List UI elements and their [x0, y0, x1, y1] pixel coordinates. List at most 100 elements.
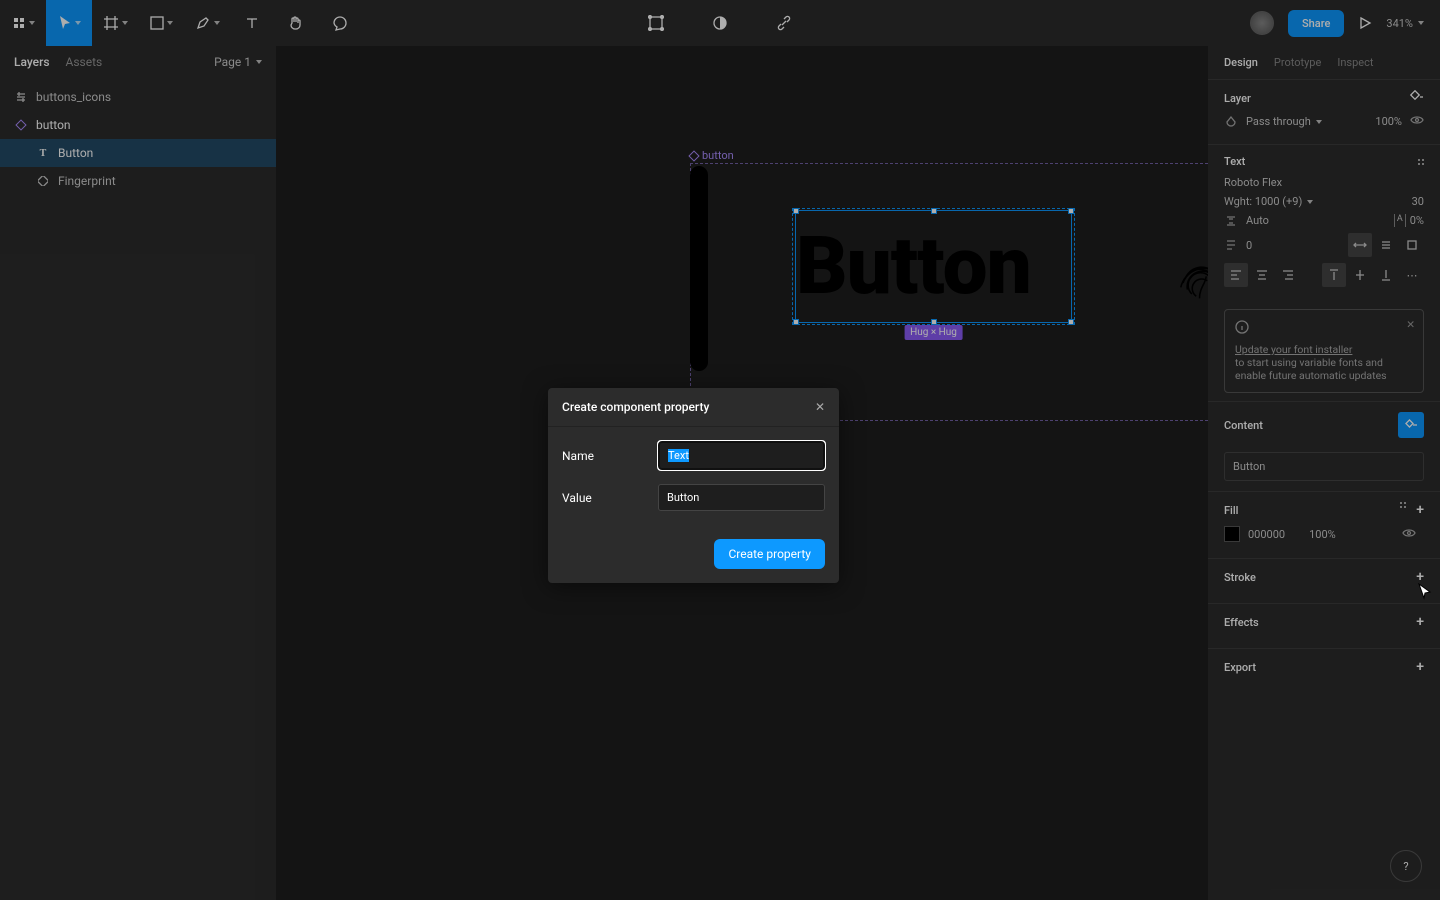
close-notice-button[interactable]: ✕	[1406, 318, 1415, 331]
text-resize-fixed[interactable]	[1400, 233, 1424, 257]
comment-tool[interactable]	[318, 0, 362, 46]
section-effects: Effects	[1208, 603, 1440, 648]
section-stroke: Stroke	[1208, 558, 1440, 603]
zoom-display[interactable]: 341%	[1386, 17, 1424, 30]
section-title: Export	[1224, 661, 1256, 674]
shape-tool[interactable]	[138, 0, 184, 46]
mask-tool[interactable]	[698, 0, 742, 46]
left-panel-tabs: Layers Assets Page 1	[0, 46, 276, 79]
fill-opacity[interactable]: 100%	[1309, 528, 1336, 541]
fill-swatch[interactable]	[1224, 526, 1240, 542]
layer-name: Fingerprint	[58, 174, 116, 188]
content-input[interactable]	[1224, 452, 1424, 481]
paragraph-input[interactable]: 0	[1246, 239, 1252, 252]
section-content: Content	[1208, 401, 1440, 491]
help-button[interactable]: ?	[1390, 850, 1422, 882]
align-top[interactable]	[1322, 263, 1346, 287]
component-icon	[688, 150, 699, 161]
align-middle[interactable]	[1348, 263, 1372, 287]
section-export: Export	[1208, 648, 1440, 693]
frame-tool[interactable]	[92, 0, 138, 46]
page-selector[interactable]: Page 1	[214, 55, 262, 69]
right-panel: Design Prototype Inspect Layer Pass thro…	[1208, 46, 1440, 900]
section-title: Effects	[1224, 616, 1259, 629]
add-export-button[interactable]	[1416, 659, 1424, 675]
property-value-input[interactable]	[658, 484, 825, 511]
diamond-icon	[36, 174, 50, 188]
paragraph-icon	[1224, 239, 1238, 251]
section-title: Layer	[1224, 92, 1251, 105]
layer-row-selected[interactable]: TButton	[0, 139, 276, 167]
blend-icon	[1224, 116, 1238, 128]
component-frame-label[interactable]: button	[690, 149, 734, 162]
section-title: Text	[1224, 155, 1245, 168]
style-icon[interactable]	[1400, 502, 1406, 518]
right-panel-tabs: Design Prototype Inspect	[1208, 46, 1440, 79]
layer-row[interactable]: button	[0, 111, 276, 139]
align-center[interactable]	[1250, 263, 1274, 287]
link-tool[interactable]	[762, 0, 806, 46]
chevron-down-icon	[1316, 120, 1322, 124]
pen-tool[interactable]	[184, 0, 230, 46]
line-height-input[interactable]: Auto	[1246, 214, 1269, 227]
notice-link[interactable]: Update your font installer	[1235, 343, 1352, 356]
create-component-property-modal: Create component property ✕ Name Value C…	[548, 388, 839, 583]
add-effect-button[interactable]	[1416, 614, 1424, 630]
blend-mode-dropdown[interactable]: Pass through	[1246, 115, 1322, 128]
align-right[interactable]	[1276, 263, 1300, 287]
font-family-dropdown[interactable]: Roboto Flex	[1224, 176, 1282, 189]
share-button[interactable]: Share	[1288, 10, 1344, 37]
main-menu-button[interactable]	[0, 0, 46, 46]
layer-row[interactable]: Fingerprint	[0, 167, 276, 195]
layer-opacity[interactable]: 100%	[1375, 115, 1402, 128]
text-icon: T	[36, 146, 50, 160]
text-tool[interactable]	[230, 0, 274, 46]
notice-text: to start using variable fonts and enable…	[1235, 356, 1387, 382]
add-stroke-button[interactable]	[1416, 569, 1424, 585]
more-icon[interactable]	[1418, 159, 1424, 165]
tab-assets[interactable]: Assets	[66, 55, 103, 69]
resize-handle[interactable]	[1068, 208, 1074, 214]
move-tool[interactable]	[46, 0, 92, 46]
property-name-input[interactable]	[658, 441, 825, 470]
more-text-icon[interactable]: ⋯	[1400, 263, 1424, 287]
fingerprint-icon	[1172, 250, 1208, 305]
hand-tool[interactable]	[274, 0, 318, 46]
resize-handle[interactable]	[793, 319, 799, 325]
layer-row[interactable]: buttons_icons	[0, 83, 276, 111]
align-left[interactable]	[1224, 263, 1248, 287]
add-fill-button[interactable]	[1416, 502, 1424, 518]
section-layer: Layer Pass through 100%	[1208, 79, 1440, 144]
section-fill: Fill 000000 100%	[1208, 491, 1440, 558]
chevron-down-icon	[167, 21, 173, 25]
fill-hex[interactable]: 000000	[1248, 528, 1285, 541]
chevron-down-icon	[75, 21, 81, 25]
layers-list: buttons_icons button TButton Fingerprint	[0, 79, 276, 199]
apply-content-prop-button[interactable]	[1398, 412, 1424, 438]
text-resize-auto-width[interactable]	[1348, 233, 1372, 257]
tab-layers[interactable]: Layers	[14, 55, 50, 69]
user-avatar[interactable]	[1250, 11, 1274, 35]
resize-handle[interactable]	[793, 208, 799, 214]
tab-prototype[interactable]: Prototype	[1274, 56, 1321, 69]
close-modal-button[interactable]: ✕	[815, 400, 825, 414]
layer-style-icon[interactable]	[1410, 90, 1424, 107]
component-tool[interactable]	[634, 0, 678, 46]
tab-design[interactable]: Design	[1224, 56, 1258, 69]
create-property-button[interactable]: Create property	[714, 539, 825, 569]
visibility-icon[interactable]	[1402, 528, 1416, 541]
resize-handle[interactable]	[1068, 319, 1074, 325]
visibility-icon[interactable]	[1410, 115, 1424, 128]
font-size-input[interactable]: 30	[1412, 195, 1424, 208]
present-button[interactable]	[1358, 0, 1372, 46]
line-height-icon	[1224, 215, 1238, 227]
tab-inspect[interactable]: Inspect	[1337, 56, 1373, 69]
align-bottom[interactable]	[1374, 263, 1398, 287]
selection-dimensions-tag: Hug × Hug	[904, 325, 963, 340]
font-weight-dropdown[interactable]: Wght: 1000 (+9)	[1224, 195, 1313, 208]
letter-spacing-input[interactable]: A0%	[1394, 214, 1424, 227]
text-resize-auto-height[interactable]	[1374, 233, 1398, 257]
section-title: Content	[1224, 419, 1263, 432]
resize-handle[interactable]	[931, 208, 937, 214]
toolbar-right: Share 341%	[1250, 0, 1440, 46]
